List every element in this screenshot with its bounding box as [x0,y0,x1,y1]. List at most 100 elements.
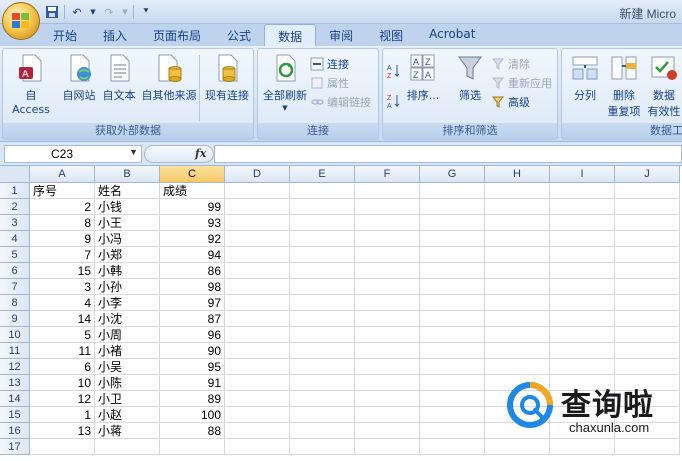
remove-duplicates-button[interactable]: 删除 重复项 [604,53,644,119]
cell-a4[interactable]: 9 [30,231,95,247]
cell-i2[interactable] [550,199,615,215]
cell-e17[interactable] [290,439,355,455]
cell-d13[interactable] [225,375,290,391]
cell-c14[interactable]: 89 [160,391,225,407]
cell-c5[interactable]: 94 [160,247,225,263]
cell-d3[interactable] [225,215,290,231]
row-header[interactable]: 8 [0,295,30,311]
cell-j2[interactable] [615,199,680,215]
cell-h7[interactable] [485,279,550,295]
cell-c11[interactable]: 90 [160,343,225,359]
cell-j11[interactable] [615,343,680,359]
filter-button[interactable]: 筛选 [453,53,487,103]
cell-e10[interactable] [290,327,355,343]
cell-j1[interactable] [615,183,680,199]
cell-f14[interactable] [355,391,420,407]
office-button[interactable] [2,2,40,40]
cell-b15[interactable]: 小赵 [95,407,160,423]
cell-g1[interactable] [420,183,485,199]
cell-a1[interactable]: 序号 [30,183,95,199]
undo-icon[interactable]: ↶ [69,4,85,20]
cell-e1[interactable] [290,183,355,199]
row-header[interactable]: 14 [0,391,30,407]
cell-a15[interactable]: 1 [30,407,95,423]
cell-g11[interactable] [420,343,485,359]
cell-d5[interactable] [225,247,290,263]
cell-a9[interactable]: 14 [30,311,95,327]
sort-descending-button[interactable]: ZA [387,91,401,110]
cell-i9[interactable] [550,311,615,327]
row-header[interactable]: 9 [0,311,30,327]
cell-c4[interactable]: 92 [160,231,225,247]
cell-g15[interactable] [420,407,485,423]
cell-c2[interactable]: 99 [160,199,225,215]
row-header[interactable]: 4 [0,231,30,247]
cell-a6[interactable]: 15 [30,263,95,279]
cell-d14[interactable] [225,391,290,407]
cell-c15[interactable]: 100 [160,407,225,423]
cell-j5[interactable] [615,247,680,263]
redo-dropdown-icon[interactable]: ▼ [121,4,129,20]
column-header-f[interactable]: F [355,166,420,183]
cell-h3[interactable] [485,215,550,231]
cell-c13[interactable]: 91 [160,375,225,391]
tab-formulas[interactable]: 公式 [214,24,264,46]
cell-j12[interactable] [615,359,680,375]
advanced-filter-button[interactable]: 高级 [491,93,530,111]
tab-data[interactable]: 数据 [264,24,317,46]
cell-b13[interactable]: 小陈 [95,375,160,391]
cell-h8[interactable] [485,295,550,311]
cell-j6[interactable] [615,263,680,279]
save-icon[interactable] [44,4,60,20]
cell-b4[interactable]: 小冯 [95,231,160,247]
undo-dropdown-icon[interactable]: ▼ [89,4,97,20]
cell-a11[interactable]: 11 [30,343,95,359]
cell-a16[interactable]: 13 [30,423,95,439]
cell-e8[interactable] [290,295,355,311]
cell-a13[interactable]: 10 [30,375,95,391]
cell-i12[interactable] [550,359,615,375]
cell-i1[interactable] [550,183,615,199]
cell-b11[interactable]: 小褚 [95,343,160,359]
cell-d11[interactable] [225,343,290,359]
cell-j9[interactable] [615,311,680,327]
column-header-d[interactable]: D [225,166,290,183]
cell-g4[interactable] [420,231,485,247]
cell-d17[interactable] [225,439,290,455]
reapply-button[interactable]: 重新应用 [491,74,552,92]
cell-f10[interactable] [355,327,420,343]
cell-a8[interactable]: 4 [30,295,95,311]
cell-h1[interactable] [485,183,550,199]
data-validation-button[interactable]: 数据 有效性 [644,53,682,119]
cell-e2[interactable] [290,199,355,215]
cell-b6[interactable]: 小韩 [95,263,160,279]
cell-b8[interactable]: 小李 [95,295,160,311]
cell-h12[interactable] [485,359,550,375]
cell-f11[interactable] [355,343,420,359]
cell-b14[interactable]: 小卫 [95,391,160,407]
cell-i5[interactable] [550,247,615,263]
cell-c3[interactable]: 93 [160,215,225,231]
cell-h11[interactable] [485,343,550,359]
cell-g6[interactable] [420,263,485,279]
cell-b16[interactable]: 小蒋 [95,423,160,439]
cell-a10[interactable]: 5 [30,327,95,343]
cell-i11[interactable] [550,343,615,359]
cell-d6[interactable] [225,263,290,279]
cell-a3[interactable]: 8 [30,215,95,231]
cell-f16[interactable] [355,423,420,439]
cell-d7[interactable] [225,279,290,295]
cell-e16[interactable] [290,423,355,439]
cell-f15[interactable] [355,407,420,423]
refresh-all-button[interactable]: 全部刷新 ▼ [260,53,310,112]
cell-g5[interactable] [420,247,485,263]
row-header[interactable]: 5 [0,247,30,263]
existing-connections-button[interactable]: 现有连接 [201,53,253,103]
name-box-dropdown-icon[interactable]: ▼ [129,147,138,157]
cell-b12[interactable]: 小吴 [95,359,160,375]
cell-c12[interactable]: 95 [160,359,225,375]
cell-d4[interactable] [225,231,290,247]
cell-g9[interactable] [420,311,485,327]
cell-c9[interactable]: 87 [160,311,225,327]
refresh-all-dropdown-icon[interactable]: ▼ [260,104,310,112]
